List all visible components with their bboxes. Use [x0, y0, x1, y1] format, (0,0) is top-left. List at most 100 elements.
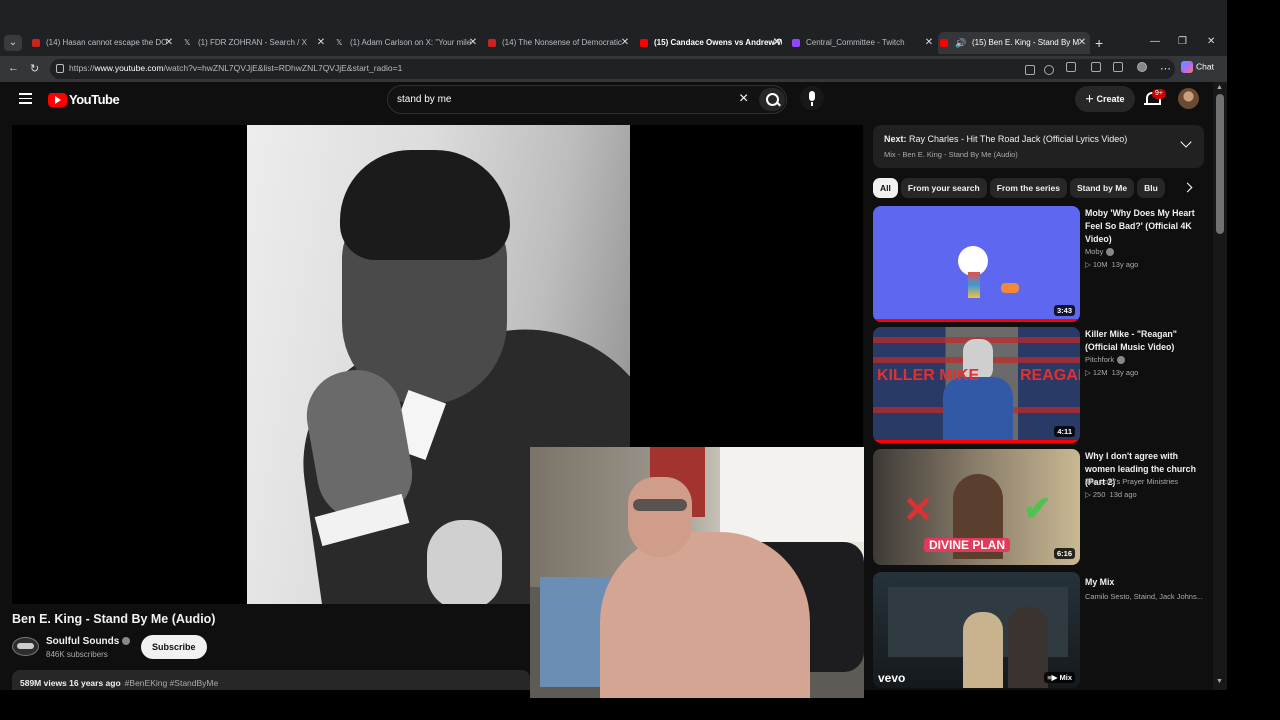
tab-label: (15) Ben E. King - Stand By M [972, 38, 1080, 47]
chip-all[interactable]: All [873, 178, 898, 198]
video-thumbnail[interactable]: ✕ ✔ DIVINE PLAN 6:16 [873, 449, 1080, 565]
related-mix[interactable]: vevo ≡▶ Mix My Mix Camilo Sesto, Staind,… [873, 572, 1213, 690]
related-meta: ▷ 250 13d ago [1085, 490, 1137, 499]
restore-button[interactable]: ❐ [1178, 36, 1187, 47]
related-title[interactable]: My Mix [1085, 576, 1210, 589]
split-screen-icon[interactable] [1091, 62, 1101, 72]
more-menu-icon[interactable]: ⋯ [1160, 62, 1171, 75]
x-favicon-icon: 𝕏 [184, 38, 191, 47]
channel-name[interactable]: Soulful Sounds [46, 636, 131, 647]
address-bar[interactable]: https://www.youtube.com/watch?v=hwZNL7QV… [50, 59, 1175, 79]
channel-avatar[interactable] [12, 637, 39, 656]
create-button[interactable]: ＋ Create [1075, 86, 1135, 112]
x-mark-icon: ✕ [903, 489, 934, 530]
copilot-icon [1181, 61, 1193, 73]
related-channel[interactable]: The Lord's Prayer Ministries [1085, 477, 1178, 486]
verified-icon [1106, 248, 1115, 257]
voice-search-icon[interactable] [800, 86, 824, 110]
related-channel: Camilo Sesto, Staind, Jack Johns... [1085, 592, 1203, 601]
verified-icon [1117, 356, 1126, 365]
tab-label: (15) Candace Owens vs Andrew W [654, 38, 782, 47]
back-button[interactable]: ← [8, 62, 19, 74]
search-box[interactable]: stand by me × [387, 85, 787, 114]
close-tab-icon[interactable]: ✕ [772, 34, 782, 52]
related-video[interactable]: KILLER MIKE REAGAN 4:11 Killer Mike - "R… [873, 327, 1213, 445]
hamburger-menu-icon[interactable] [19, 93, 32, 104]
tab-label: (14) The Nonsense of Democratic [502, 38, 622, 47]
tab-label: Central_Committee - Twitch [806, 38, 905, 47]
related-title[interactable]: Moby 'Why Does My Heart Feel So Bad?' (O… [1085, 207, 1210, 246]
scroll-thumb[interactable] [1216, 94, 1224, 234]
youtube-header: YouTube stand by me × ＋ Create 9+ [0, 82, 1227, 118]
chip-blu[interactable]: Blu [1137, 178, 1165, 198]
tab-candace-owens[interactable]: (15) Candace Owens vs Andrew W ✕ [638, 34, 782, 52]
related-title[interactable]: Killer Mike - "Reagan" (Official Music V… [1085, 328, 1210, 354]
tab-adam-carlson[interactable]: 𝕏 (1) Adam Carlson on X: "Your mile ✕ [334, 34, 478, 52]
scroll-up-icon[interactable]: ▲ [1216, 84, 1223, 91]
tab-fdr-zohran[interactable]: 𝕏 (1) FDR ZOHRAN - Search / X ✕ [182, 34, 326, 52]
related-channel[interactable]: Moby [1085, 247, 1115, 257]
page-scrollbar[interactable]: ▲ ▼ [1213, 82, 1227, 690]
related-video[interactable]: 3:43 Moby 'Why Does My Heart Feel So Bad… [873, 206, 1213, 324]
up-next-panel[interactable]: Next: Ray Charles - Hit The Road Jack (O… [873, 125, 1204, 168]
duration-badge: 4:11 [1054, 426, 1075, 437]
install-app-icon[interactable] [1025, 65, 1035, 75]
clear-search-icon[interactable]: × [739, 90, 748, 108]
search-input[interactable]: stand by me [397, 94, 451, 105]
filter-chips: All From your search From the series Stand … [873, 178, 1203, 198]
tab-twitch[interactable]: Central_Committee - Twitch ✕ [790, 34, 934, 52]
tab-nonsense[interactable]: (14) The Nonsense of Democratic ✕ [486, 34, 630, 52]
close-tab-icon[interactable]: ✕ [468, 34, 478, 52]
related-meta: ▷ 12M 13y ago [1085, 368, 1139, 377]
speaker-icon[interactable]: 🔊 [955, 32, 966, 54]
video-thumbnail[interactable]: KILLER MIKE REAGAN 4:11 [873, 327, 1080, 443]
minimize-button[interactable]: — [1150, 36, 1160, 47]
close-tab-icon[interactable]: ✕ [924, 34, 934, 52]
close-tab-icon[interactable]: ✕ [316, 34, 326, 52]
user-avatar[interactable] [1178, 88, 1199, 109]
duration-badge: 3:43 [1053, 305, 1075, 316]
tab-search-button[interactable]: ⌄ [4, 35, 22, 51]
tab-strip: ⌄ (14) Hasan cannot escape the DO ✕ 𝕏 (1… [0, 0, 1227, 56]
thumbnail-text: REAGAN [1020, 367, 1080, 384]
search-button[interactable] [759, 88, 785, 111]
tab-label: (1) Adam Carlson on X: "Your mile [350, 38, 472, 47]
twitch-favicon-icon [792, 39, 800, 47]
vevo-logo: vevo [878, 671, 906, 685]
address-bar-row: ← ↻ https://www.youtube.com/watch?v=hwZN… [0, 56, 1227, 82]
extension-icon[interactable] [1066, 62, 1076, 72]
profile-icon[interactable] [1137, 62, 1147, 72]
video-thumbnail[interactable]: 3:43 [873, 206, 1080, 322]
mix-badge: ≡▶ Mix [1044, 672, 1075, 683]
close-window-button[interactable]: ✕ [1207, 36, 1215, 47]
webcam-overlay [530, 447, 864, 698]
tab-ben-e-king[interactable]: 🔊 (15) Ben E. King - Stand By M ✕ [938, 32, 1090, 54]
new-tab-button[interactable]: + [1095, 35, 1103, 51]
bookmark-star-icon[interactable] [1044, 65, 1054, 75]
site-info-icon[interactable] [56, 64, 64, 73]
chip-from-the-series[interactable]: From the series [989, 178, 1067, 198]
thumbnail-text: DIVINE PLAN [924, 538, 1011, 552]
youtube-favicon-icon [32, 39, 40, 47]
copilot-chat-button[interactable]: Chat [1181, 61, 1214, 73]
scroll-down-icon[interactable]: ▼ [1216, 678, 1223, 685]
chip-stand-by-me[interactable]: Stand by Me [1070, 178, 1135, 198]
close-tab-icon[interactable]: ✕ [620, 34, 630, 52]
youtube-favicon-icon [940, 39, 948, 47]
related-channel[interactable]: Pitchfork [1085, 355, 1126, 365]
video-thumbnail[interactable]: vevo ≡▶ Mix [873, 572, 1080, 688]
close-tab-icon[interactable]: ✕ [1077, 32, 1087, 54]
subscribe-button[interactable]: Subscribe [141, 635, 207, 659]
chevron-down-icon[interactable] [1180, 136, 1192, 148]
chip-from-your-search[interactable]: From your search [900, 178, 987, 198]
reload-button[interactable]: ↻ [30, 62, 39, 75]
watch-progress-bar [873, 440, 1080, 443]
youtube-play-icon [48, 93, 67, 107]
check-mark-icon: ✔ [1023, 490, 1052, 528]
favorites-icon[interactable] [1113, 62, 1123, 72]
close-tab-icon[interactable]: ✕ [164, 34, 174, 52]
related-video[interactable]: ✕ ✔ DIVINE PLAN 6:16 Why I don't agree w… [873, 449, 1213, 567]
tab-label: (1) FDR ZOHRAN - Search / X [198, 38, 307, 47]
tab-hasan[interactable]: (14) Hasan cannot escape the DO ✕ [30, 34, 174, 52]
youtube-favicon-icon [488, 39, 496, 47]
